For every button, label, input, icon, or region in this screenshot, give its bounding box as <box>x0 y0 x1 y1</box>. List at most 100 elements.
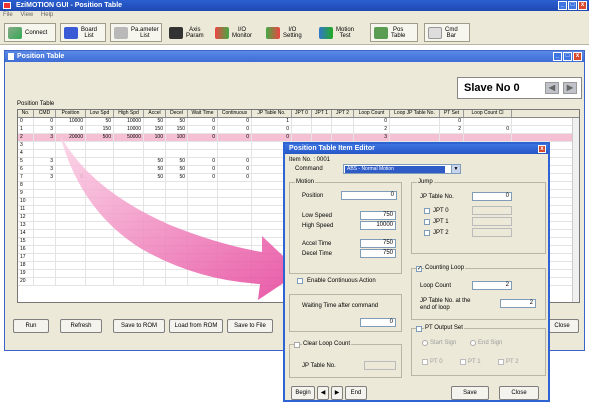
table-cell[interactable] <box>114 270 144 277</box>
table-cell[interactable] <box>218 198 252 205</box>
table-cell[interactable]: 1 <box>18 126 34 133</box>
table-cell[interactable]: 11 <box>18 206 34 213</box>
table-cell[interactable] <box>292 134 312 141</box>
table-cell[interactable]: 50 <box>144 174 166 181</box>
table-cell[interactable]: 7 <box>18 174 34 181</box>
table-cell[interactable] <box>34 206 56 213</box>
table-cell[interactable] <box>34 254 56 261</box>
table-cell[interactable] <box>86 262 114 269</box>
table-cell[interactable] <box>166 206 188 213</box>
table-row[interactable]: 0 0 10000 50 10000 50 50 0 0 1 0 0 <box>18 118 579 126</box>
table-cell[interactable]: 3 <box>354 134 390 141</box>
pt1-checkbox[interactable] <box>460 359 466 365</box>
table-cell[interactable] <box>56 278 86 285</box>
table-cell[interactable] <box>188 230 218 237</box>
table-cell[interactable] <box>144 270 166 277</box>
table-cell[interactable] <box>464 118 512 125</box>
table-cell[interactable] <box>166 150 188 157</box>
table-cell[interactable] <box>218 142 252 149</box>
table-cell[interactable]: 0 <box>218 158 252 165</box>
table-cell[interactable] <box>144 182 166 189</box>
table-cell[interactable]: 16 <box>18 246 34 253</box>
table-cell[interactable]: 20 <box>18 278 34 285</box>
table-cell[interactable] <box>188 278 218 285</box>
table-cell[interactable] <box>332 126 354 133</box>
table-cell[interactable]: 6 <box>18 166 34 173</box>
table-cell[interactable] <box>166 230 188 237</box>
table-cell[interactable] <box>166 246 188 253</box>
table-cell[interactable]: 3 <box>34 166 56 173</box>
table-cell[interactable]: 17 <box>18 254 34 261</box>
table-cell[interactable]: 12 <box>18 214 34 221</box>
table-cell[interactable] <box>114 182 144 189</box>
column-header[interactable]: No. <box>18 110 34 117</box>
jp-end-loop-field[interactable]: 2 <box>500 299 536 308</box>
table-cell[interactable]: 0 <box>18 118 34 125</box>
menu-view[interactable]: View <box>20 12 33 18</box>
item-editor-close-icon[interactable]: x <box>538 145 546 153</box>
column-header[interactable]: High Spd <box>114 110 144 117</box>
refresh-button[interactable]: Refresh <box>60 319 102 333</box>
table-cell[interactable] <box>114 222 144 229</box>
table-cell[interactable] <box>144 278 166 285</box>
table-cell[interactable]: 2 <box>18 134 34 141</box>
table-cell[interactable] <box>56 158 86 165</box>
column-header[interactable]: Continuous <box>218 110 252 117</box>
table-cell[interactable]: 0 <box>188 166 218 173</box>
table-cell[interactable] <box>86 270 114 277</box>
table-cell[interactable] <box>34 214 56 221</box>
table-cell[interactable] <box>86 150 114 157</box>
table-cell[interactable]: 20000 <box>56 134 86 141</box>
next-button[interactable]: ▶ <box>331 386 343 400</box>
table-cell[interactable] <box>166 270 188 277</box>
column-header[interactable]: Low Spd <box>86 110 114 117</box>
table-cell[interactable] <box>218 262 252 269</box>
table-cell[interactable]: 3 <box>34 158 56 165</box>
table-cell[interactable] <box>34 222 56 229</box>
table-cell[interactable]: 0 <box>188 158 218 165</box>
table-cell[interactable] <box>34 246 56 253</box>
table-cell[interactable] <box>166 278 188 285</box>
table-cell[interactable]: 100 <box>166 134 188 141</box>
end-sign-radio[interactable] <box>470 340 476 346</box>
table-cell[interactable] <box>166 190 188 197</box>
table-cell[interactable] <box>144 238 166 245</box>
table-cell[interactable] <box>390 126 440 133</box>
io-monitor-button[interactable]: I/O Monitor <box>212 23 260 42</box>
table-cell[interactable]: 0 <box>188 134 218 141</box>
table-cell[interactable]: 3 <box>34 134 56 141</box>
inner-maximize-button[interactable]: □ <box>563 52 572 61</box>
table-cell[interactable] <box>218 206 252 213</box>
menu-file[interactable]: File <box>3 12 13 18</box>
table-cell[interactable]: 9 <box>18 190 34 197</box>
column-header[interactable]: Loop JP Table No. <box>390 110 440 117</box>
table-cell[interactable] <box>34 190 56 197</box>
table-cell[interactable]: 0 <box>218 166 252 173</box>
table-cell[interactable] <box>56 222 86 229</box>
table-cell[interactable] <box>464 134 512 141</box>
table-cell[interactable] <box>166 182 188 189</box>
table-cell[interactable] <box>114 174 144 181</box>
table-cell[interactable] <box>218 214 252 221</box>
table-cell[interactable] <box>56 270 86 277</box>
axis-param-button[interactable]: Axis Param <box>166 23 208 42</box>
table-cell[interactable] <box>332 134 354 141</box>
table-cell[interactable] <box>114 254 144 261</box>
column-header[interactable]: JPT 0 <box>292 110 312 117</box>
table-cell[interactable]: 150 <box>166 126 188 133</box>
decel-time-field[interactable]: 750 <box>360 249 396 258</box>
table-cell[interactable] <box>188 182 218 189</box>
table-cell[interactable] <box>166 262 188 269</box>
table-cell[interactable]: 3 <box>34 126 56 133</box>
table-cell[interactable] <box>86 278 114 285</box>
table-cell[interactable] <box>144 206 166 213</box>
menu-help[interactable]: Help <box>41 12 53 18</box>
table-cell[interactable] <box>56 246 86 253</box>
table-cell[interactable]: 5 <box>18 158 34 165</box>
table-cell[interactable] <box>86 230 114 237</box>
io-setting-button[interactable]: I/O Setting <box>263 23 311 42</box>
table-cell[interactable] <box>56 254 86 261</box>
column-header[interactable]: Wait Time <box>188 110 218 117</box>
table-cell[interactable] <box>218 254 252 261</box>
table-cell[interactable] <box>56 142 86 149</box>
